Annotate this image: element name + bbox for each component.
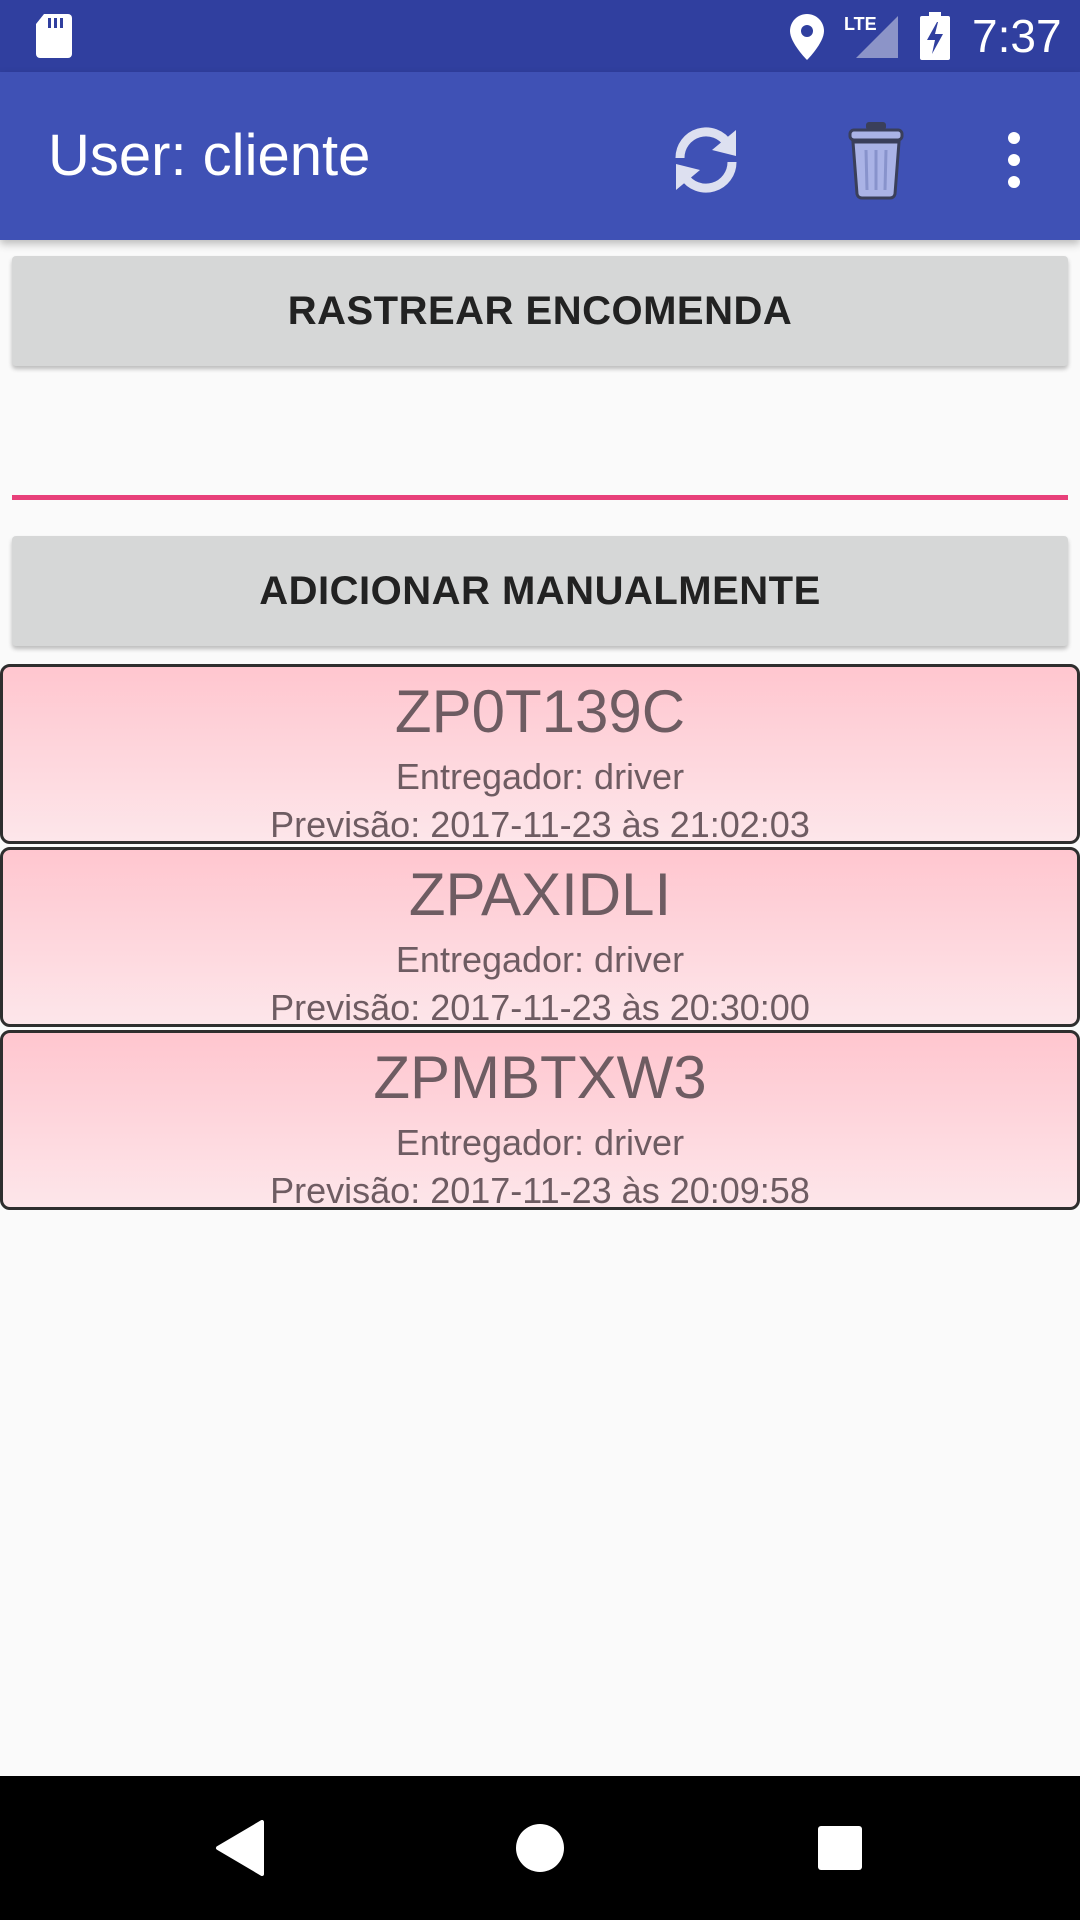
order-eta: Previsão: 2017-11-23 às 21:02:03	[270, 804, 810, 844]
navigation-bar	[0, 1776, 1080, 1920]
refresh-button[interactable]	[658, 112, 754, 208]
back-button[interactable]	[190, 1798, 290, 1898]
order-driver: Entregador: driver	[395, 1122, 685, 1163]
order-card[interactable]: ZPAXIDLI Entregador: driver Previsão: 20…	[0, 847, 1080, 1027]
sd-card-icon	[36, 14, 72, 58]
order-driver: Entregador: driver	[395, 756, 685, 797]
delete-button[interactable]	[828, 112, 924, 208]
tracking-code-input[interactable]	[12, 380, 1068, 500]
recents-button[interactable]	[790, 1798, 890, 1898]
home-button[interactable]	[490, 1798, 590, 1898]
trash-icon	[848, 122, 904, 200]
location-icon	[790, 14, 824, 60]
app-bar: User: cliente	[0, 72, 1080, 240]
page-title: User: cliente	[48, 123, 371, 188]
order-driver: Entregador: driver	[395, 939, 685, 980]
order-code: ZPMBTXW3	[373, 1044, 707, 1111]
add-manually-button[interactable]: ADICIONAR MANUALMENTE	[12, 536, 1068, 646]
battery-charging-icon	[920, 12, 950, 60]
order-card[interactable]: ZP0T139C Entregador: driver Previsão: 20…	[0, 664, 1080, 844]
status-bar: LTE 7:37	[0, 0, 1080, 72]
svg-text:LTE: LTE	[844, 14, 877, 34]
order-code: ZP0T139C	[394, 678, 686, 745]
order-eta: Previsão: 2017-11-23 às 20:30:00	[270, 987, 810, 1027]
order-card[interactable]: ZPMBTXW3 Entregador: driver Previsão: 20…	[0, 1030, 1080, 1210]
overflow-menu-button[interactable]	[966, 112, 1062, 208]
order-code: ZPAXIDLI	[408, 861, 672, 928]
more-vert-icon	[1008, 132, 1020, 188]
signal-icon: LTE	[844, 14, 898, 58]
home-icon	[516, 1824, 564, 1872]
track-order-button[interactable]: RASTREAR ENCOMENDA	[12, 256, 1068, 366]
refresh-icon	[675, 127, 737, 193]
back-icon	[216, 1820, 264, 1876]
status-time: 7:37	[972, 10, 1062, 62]
recents-icon	[818, 1826, 862, 1870]
order-eta: Previsão: 2017-11-23 às 20:09:58	[270, 1170, 810, 1210]
